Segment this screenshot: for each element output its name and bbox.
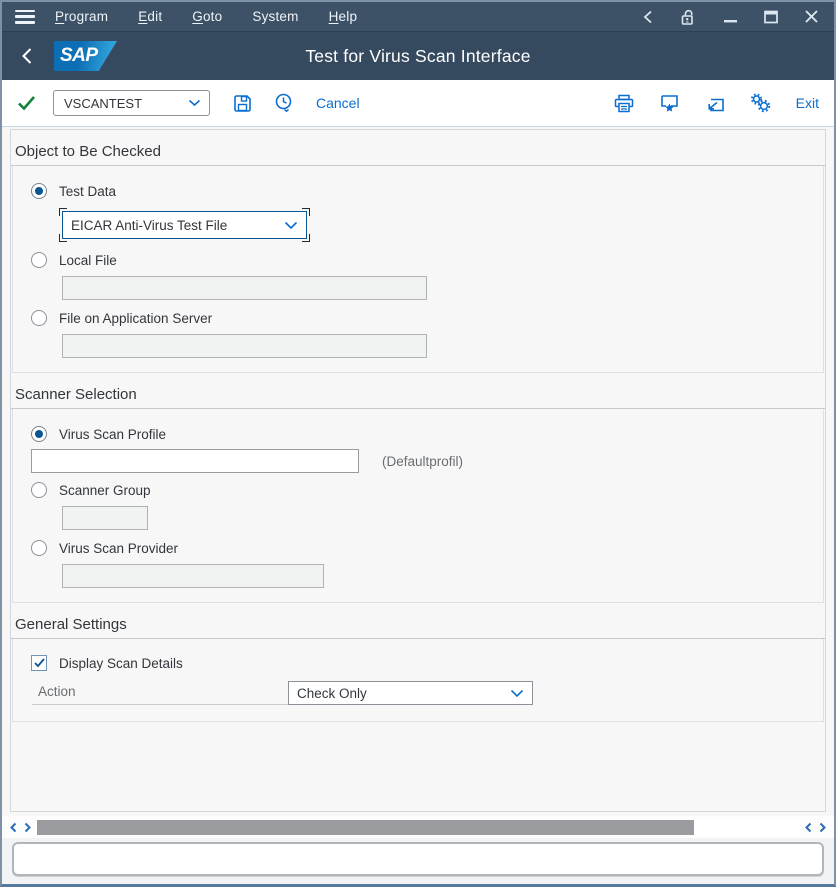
menu-system[interactable]: System: [252, 9, 298, 24]
radio-label: File on Application Server: [59, 311, 212, 326]
settings-gears-icon[interactable]: [750, 93, 771, 113]
test-data-combobox-focus: EICAR Anti-Virus Test File: [59, 208, 310, 242]
action-value: Check Only: [297, 686, 367, 701]
section-title-scanner: Scanner Selection: [11, 373, 825, 409]
session-lock-icon[interactable]: [679, 8, 697, 26]
save-icon[interactable]: [233, 94, 252, 113]
hamburger-menu-icon[interactable]: [15, 10, 35, 24]
screen-container: Object to Be Checked Test Data EICAR Ant…: [10, 129, 826, 812]
ok-check-icon[interactable]: [17, 95, 36, 111]
radio-label: Scanner Group: [59, 483, 151, 498]
status-area: [2, 838, 834, 884]
printer-icon[interactable]: [614, 94, 634, 113]
menu-program[interactable]: Program: [55, 9, 108, 24]
chevron-down-icon[interactable]: [284, 221, 298, 230]
radio-option-test-data[interactable]: Test Data: [31, 181, 805, 201]
menu-edit[interactable]: Edit: [138, 9, 162, 24]
scroll-right-icon[interactable]: [24, 822, 31, 833]
application-toolbar: Cancel: [2, 80, 834, 127]
exit-button[interactable]: Exit: [796, 95, 819, 111]
radio-server-file[interactable]: [31, 310, 47, 326]
sap-logo: SAP: [54, 41, 117, 71]
radio-option-local-file[interactable]: Local File: [31, 250, 805, 270]
radio-local-file[interactable]: [31, 252, 47, 268]
radio-scan-provider[interactable]: [31, 540, 47, 556]
maximize-icon[interactable]: [764, 10, 778, 24]
title-bar: Test for Virus Scan Interface SAP: [2, 32, 834, 80]
radio-option-scan-provider[interactable]: Virus Scan Provider: [31, 538, 805, 558]
display-scan-details-row[interactable]: Display Scan Details: [31, 653, 805, 673]
chevron-down-icon[interactable]: [510, 689, 524, 698]
content-area: Object to Be Checked Test Data EICAR Ant…: [2, 127, 834, 812]
group-general-settings: Display Scan Details Action Check Only: [12, 639, 824, 722]
display-scan-details-checkbox[interactable]: [31, 655, 47, 671]
profile-field-row: (Defaultprofil): [31, 449, 805, 473]
scan-profile-input[interactable]: [31, 449, 359, 473]
radio-label: Virus Scan Provider: [59, 541, 178, 556]
radio-label: Virus Scan Profile: [59, 427, 166, 442]
local-file-input: [62, 276, 427, 300]
window-controls: [643, 8, 818, 26]
radio-option-scan-profile[interactable]: Virus Scan Profile: [31, 424, 805, 444]
test-data-value: EICAR Anti-Virus Test File: [71, 218, 227, 233]
radio-option-server-file[interactable]: File on Application Server: [31, 308, 805, 328]
server-file-input: [62, 334, 427, 358]
test-data-combobox[interactable]: EICAR Anti-Virus Test File: [62, 211, 307, 239]
group-scanner-selection: Virus Scan Profile (Defaultprofil) Scann…: [12, 409, 824, 603]
radio-label: Test Data: [59, 184, 116, 199]
chevron-down-icon[interactable]: [188, 99, 201, 107]
scan-provider-input: [62, 564, 324, 588]
scroll-left-icon[interactable]: [10, 822, 17, 833]
scroll-arrows-left: [5, 822, 36, 833]
new-session-icon[interactable]: [705, 94, 725, 113]
scanner-group-input: [62, 506, 148, 530]
minimize-icon[interactable]: [724, 10, 737, 24]
radio-scan-profile[interactable]: [31, 426, 47, 442]
close-icon[interactable]: [805, 10, 818, 23]
radio-option-scanner-group[interactable]: Scanner Group: [31, 480, 805, 500]
section-title-general: General Settings: [11, 603, 825, 639]
action-label: Action: [32, 681, 288, 705]
scroll-arrows-right: [800, 822, 831, 833]
scrollbar-thumb[interactable]: [37, 820, 694, 835]
radio-label: Local File: [59, 253, 117, 268]
action-dropdown[interactable]: Check Only: [288, 681, 533, 705]
command-field[interactable]: [53, 90, 210, 116]
checkbox-label: Display Scan Details: [59, 656, 183, 671]
back-chevron-icon[interactable]: [643, 10, 652, 24]
menu-help[interactable]: Help: [329, 9, 358, 24]
default-profile-note: (Defaultprofil): [382, 454, 463, 469]
history-clock-icon[interactable]: [274, 93, 293, 113]
page-title: Test for Virus Scan Interface: [2, 46, 834, 67]
horizontal-scrollbar: [2, 816, 834, 838]
group-object-to-be-checked: Test Data EICAR Anti-Virus Test File Loc…: [12, 166, 824, 373]
radio-scanner-group[interactable]: [31, 482, 47, 498]
scroll-right-icon[interactable]: [819, 822, 826, 833]
cancel-button[interactable]: Cancel: [316, 95, 360, 111]
back-button-icon[interactable]: [21, 47, 32, 65]
menu-goto[interactable]: Goto: [192, 9, 222, 24]
sap-gui-window: Program Edit Goto System Help: [0, 0, 836, 887]
create-shortcut-icon[interactable]: [659, 93, 680, 113]
radio-test-data[interactable]: [31, 183, 47, 199]
menu-bar: Program Edit Goto System Help: [2, 2, 834, 32]
command-input[interactable]: [62, 95, 188, 112]
scrollbar-track[interactable]: [36, 820, 800, 835]
status-bar: [12, 842, 824, 876]
action-row: Action Check Only: [32, 681, 805, 705]
scroll-left-icon[interactable]: [805, 822, 812, 833]
section-title-object: Object to Be Checked: [11, 130, 825, 166]
